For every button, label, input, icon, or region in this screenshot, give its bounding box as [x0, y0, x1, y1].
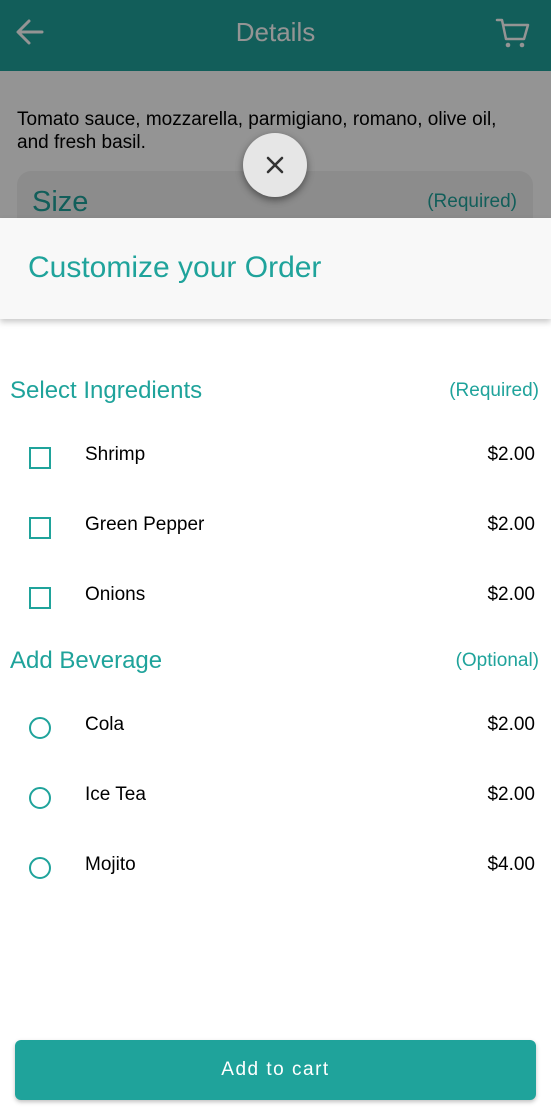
option-name: Cola [85, 714, 125, 735]
radio-button[interactable] [29, 857, 51, 879]
option-price: $4.00 [487, 854, 535, 875]
sheet-title: Customize your Order [28, 251, 322, 284]
beverage-option-cola[interactable]: Cola $2.00 [0, 703, 551, 753]
option-name: Shrimp [85, 444, 146, 465]
ingredient-option-onions[interactable]: Onions $2.00 [0, 573, 551, 623]
beverage-option-ice-tea[interactable]: Ice Tea $2.00 [0, 773, 551, 823]
ingredient-option-green-pepper[interactable]: Green Pepper $2.00 [0, 503, 551, 553]
sheet-header: Customize your Order [0, 218, 551, 319]
checkbox[interactable] [29, 447, 51, 469]
option-price: $2.00 [487, 784, 535, 805]
beverage-section-note: (Optional) [455, 650, 539, 671]
option-name: Green Pepper [85, 514, 205, 535]
radio-button[interactable] [29, 787, 51, 809]
option-name: Mojito [85, 854, 136, 875]
option-name: Ice Tea [85, 784, 146, 805]
option-price: $2.00 [487, 714, 535, 735]
beverage-option-mojito[interactable]: Mojito $4.00 [0, 843, 551, 893]
radio-button[interactable] [29, 717, 51, 739]
close-icon [266, 156, 284, 174]
beverage-section-title: Add Beverage [10, 647, 163, 674]
option-price: $2.00 [487, 584, 535, 605]
checkbox[interactable] [29, 587, 51, 609]
ingredients-section-title: Select Ingredients [10, 377, 203, 404]
option-name: Onions [85, 584, 146, 605]
option-price: $2.00 [487, 444, 535, 465]
option-price: $2.00 [487, 514, 535, 535]
ingredient-option-shrimp[interactable]: Shrimp $2.00 [0, 433, 551, 483]
add-to-cart-button[interactable]: Add to cart [15, 1040, 536, 1100]
checkbox[interactable] [29, 517, 51, 539]
close-button[interactable] [243, 133, 307, 197]
ingredients-section-note: (Required) [449, 380, 539, 401]
